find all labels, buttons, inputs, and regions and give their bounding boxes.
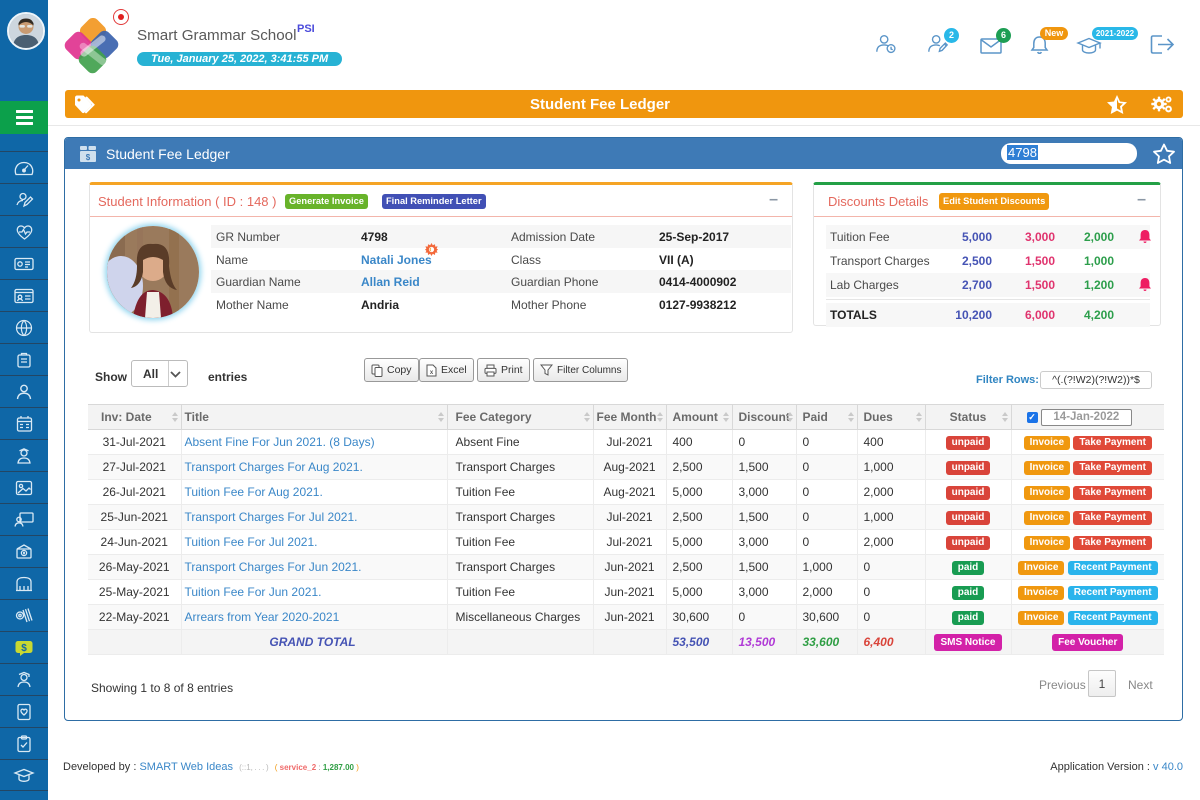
- svg-text:$: $: [21, 643, 27, 654]
- svg-text:$: $: [86, 153, 91, 162]
